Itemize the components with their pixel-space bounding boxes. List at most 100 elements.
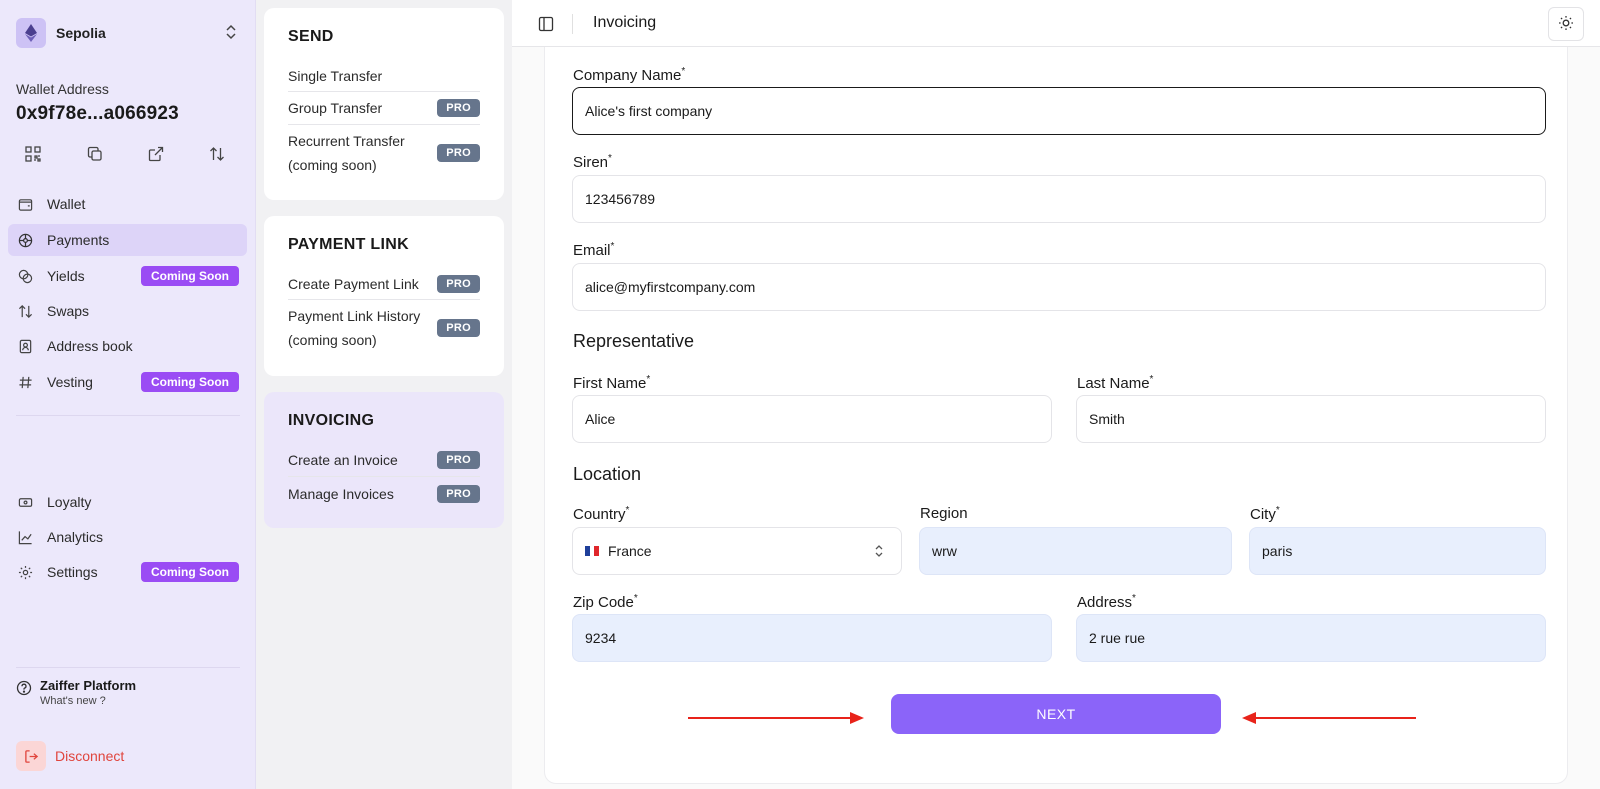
menu-item-label: Group Transfer	[288, 100, 383, 116]
help-title: Zaiffer Platform	[40, 678, 137, 693]
sidebar-item-swaps[interactable]: Swaps	[8, 295, 247, 327]
country-value: France	[608, 543, 652, 559]
logout-icon	[16, 741, 46, 771]
email-input[interactable]: alice@myfirstcompany.com	[572, 263, 1546, 311]
sidebar-item-settings[interactable]: Settings Coming Soon	[8, 556, 247, 588]
topbar: Invoicing	[512, 0, 1600, 47]
disconnect-button[interactable]: Disconnect	[16, 741, 124, 771]
wallet-address: 0x9f78e...a066923	[16, 103, 179, 124]
menu-item-sublabel: (coming soon)	[288, 332, 377, 348]
pro-badge: PRO	[437, 274, 480, 293]
chevron-up-down-icon	[224, 24, 238, 43]
invoice-form: Company Name* Alice's first company Sire…	[544, 47, 1568, 784]
siren-input[interactable]: 123456789	[572, 175, 1546, 223]
first-name-input[interactable]: Alice	[572, 395, 1052, 443]
menu-item-group-transfer[interactable]: Group Transfer PRO	[288, 92, 480, 125]
sidebar-item-label: Analytics	[47, 529, 104, 545]
representative-heading: Representative	[573, 331, 695, 351]
menu-item-payment-link-history[interactable]: Payment Link History (coming soon) PRO	[288, 300, 480, 356]
zip-code-label: Zip Code*	[573, 593, 638, 611]
external-link-icon[interactable]	[144, 142, 168, 166]
menu-item-label: Single Transfer	[288, 67, 383, 84]
next-button[interactable]: NEXT	[891, 694, 1221, 734]
last-name-label: Last Name*	[1077, 374, 1154, 392]
payments-icon	[17, 232, 33, 248]
menu-item-manage-invoices[interactable]: Manage Invoices PRO	[288, 477, 480, 510]
arrow-right-annotation	[688, 712, 864, 724]
sidebar-item-address-book[interactable]: Address book	[8, 330, 247, 362]
gear-icon	[17, 564, 33, 580]
zip-code-input[interactable]: 9234	[572, 614, 1052, 662]
menu-item-label: Manage Invoices	[288, 485, 394, 502]
pro-badge: PRO	[437, 144, 480, 162]
sidebar-divider	[16, 667, 240, 668]
topbar-separator	[572, 14, 573, 34]
sidebar-item-label: Swaps	[47, 303, 90, 319]
pro-badge: PRO	[437, 451, 480, 469]
network-selector[interactable]: Sepolia	[16, 17, 240, 49]
invoicing-card: INVOICING Create an Invoice PRO Manage I…	[264, 392, 504, 528]
pro-badge: PRO	[437, 319, 480, 337]
menu-item-single-transfer[interactable]: Single Transfer	[288, 60, 480, 92]
sidebar-item-wallet[interactable]: Wallet	[8, 188, 247, 220]
coming-soon-badge: Coming Soon	[141, 266, 239, 286]
sidebar-item-label: Payments	[47, 232, 110, 248]
sidebar: Sepolia Wallet Address 0x9f78e...a066923…	[0, 0, 256, 789]
sidebar-divider	[16, 415, 240, 416]
menu-item-create-payment-link[interactable]: Create Payment Link PRO	[288, 268, 480, 300]
menu-item-label: Create an Invoice	[288, 452, 398, 468]
sidebar-item-label: Settings	[47, 564, 98, 580]
arrow-left-annotation	[1242, 712, 1416, 724]
swap-arrows-icon[interactable]	[205, 142, 229, 166]
copy-icon[interactable]	[83, 142, 107, 166]
sidebar-toggle-icon[interactable]	[536, 14, 556, 34]
sidebar-item-label: Loyalty	[47, 494, 92, 510]
region-input[interactable]: wrw	[919, 527, 1232, 575]
address-book-icon	[17, 338, 33, 354]
main-content: Invoicing Company Name* Alice's first co…	[512, 0, 1600, 789]
menu-item-sublabel: (coming soon)	[288, 157, 377, 173]
qr-code-icon[interactable]	[21, 142, 45, 166]
whats-new-link[interactable]: Zaiffer Platform What's new ?	[16, 678, 136, 707]
address-input[interactable]: 2 rue rue	[1076, 614, 1546, 662]
sidebar-item-payments[interactable]: Payments	[8, 224, 247, 256]
ticket-icon	[17, 494, 33, 510]
send-title: SEND	[288, 28, 334, 45]
city-label: City*	[1250, 505, 1280, 523]
invoicing-title: INVOICING	[288, 412, 375, 429]
pro-badge: PRO	[437, 484, 480, 503]
sidebar-item-analytics[interactable]: Analytics	[8, 521, 247, 553]
chevron-up-down-icon	[873, 543, 885, 562]
coming-soon-badge: Coming Soon	[141, 562, 239, 582]
menu-item-create-invoice[interactable]: Create an Invoice PRO	[288, 444, 480, 477]
wallet-icon	[17, 196, 33, 212]
payment-link-title: PAYMENT LINK	[288, 236, 409, 253]
email-label: Email*	[573, 241, 615, 259]
pro-badge: PRO	[437, 99, 480, 117]
country-select[interactable]: France	[572, 527, 902, 575]
first-name-label: First Name*	[573, 374, 651, 392]
sidebar-item-label: Vesting	[47, 374, 93, 390]
last-name-input[interactable]: Smith	[1076, 395, 1546, 443]
coins-icon	[17, 268, 33, 284]
region-label: Region	[920, 505, 968, 522]
wallet-address-label: Wallet Address	[16, 81, 109, 97]
company-name-input[interactable]: Alice's first company	[572, 87, 1546, 135]
city-input[interactable]: paris	[1249, 527, 1546, 575]
sun-icon	[1558, 15, 1574, 34]
address-label: Address*	[1077, 593, 1136, 611]
coming-soon-badge: Coming Soon	[141, 372, 239, 392]
hash-icon	[17, 374, 33, 390]
menu-item-label: Create Payment Link	[288, 275, 419, 292]
theme-toggle-button[interactable]	[1548, 7, 1584, 41]
country-label: Country*	[573, 505, 630, 523]
menu-item-label: Recurrent Transfer	[288, 133, 405, 149]
sidebar-item-loyalty[interactable]: Loyalty	[8, 486, 247, 518]
payments-menu: SEND Single Transfer Group Transfer PRO …	[256, 0, 512, 789]
ethereum-icon	[16, 18, 46, 48]
location-heading: Location	[573, 464, 642, 484]
menu-item-recurrent-transfer[interactable]: Recurrent Transfer (coming soon) PRO	[288, 125, 480, 181]
sidebar-item-yields[interactable]: Yields Coming Soon	[8, 260, 247, 292]
siren-label: Siren*	[573, 153, 612, 171]
sidebar-item-vesting[interactable]: Vesting Coming Soon	[8, 366, 247, 398]
